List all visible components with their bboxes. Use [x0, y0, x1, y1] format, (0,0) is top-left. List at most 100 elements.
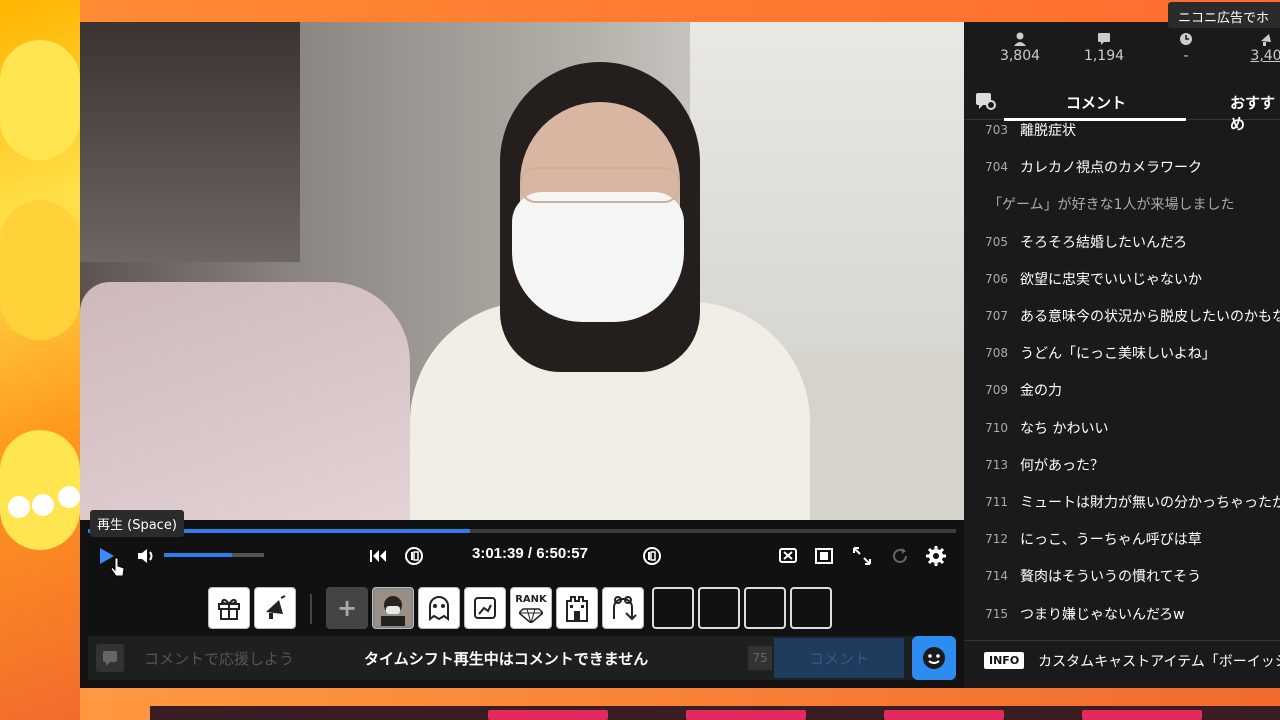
comment-list[interactable]: 703 離脱症状 704 カレカノ視点のカメラワーク「ゲーム」が好きな1人が来場しまし… — [964, 120, 1280, 628]
playback-time: 3:01:39 / 6:50:57 — [472, 545, 588, 562]
comment-row[interactable]: 715 つまり嫌じゃないんだろw — [964, 596, 1280, 628]
comment-row[interactable]: 704 カレカノ視点のカメラワーク — [964, 149, 1280, 185]
comment-text: カレカノ視点のカメラワーク — [1020, 160, 1202, 177]
comment-number: 706 — [985, 271, 1008, 286]
decor-tag — [884, 710, 1004, 720]
settings-button[interactable] — [924, 544, 948, 568]
decor-tag — [1082, 710, 1202, 720]
comment-row[interactable]: 709 金の力 — [964, 372, 1280, 408]
comment-number: 705 — [985, 234, 1008, 249]
item-bar: + RANK — [80, 582, 964, 632]
rank-item-button[interactable]: RANK — [510, 587, 552, 629]
comment-row[interactable]: 705 そろそろ結婚したいんだろ — [964, 224, 1280, 260]
comment-number: 712 — [985, 532, 1008, 547]
system-message[interactable]: 「ゲーム」が好きな1人が来場しました — [964, 186, 1280, 222]
decor-tag — [686, 710, 806, 720]
user-icon — [1014, 32, 1026, 46]
tab-comments[interactable]: コメント — [1066, 92, 1126, 113]
clock-icon — [1180, 33, 1192, 45]
comment-text: うどん「にっこ美味しいよね」 — [1020, 346, 1216, 363]
comment-number: 710 — [985, 420, 1008, 435]
comment-number: 709 — [985, 383, 1008, 398]
decor-dot — [32, 494, 54, 516]
comment-count-value: 1,194 — [1083, 48, 1125, 64]
timer-stat-value: - — [1183, 48, 1189, 64]
theater-mode-button[interactable] — [812, 545, 836, 567]
reload-button[interactable] — [888, 545, 912, 567]
comment-submit-button[interactable]: コメント — [774, 638, 904, 678]
rewind-10-icon — [405, 547, 423, 565]
seek-bar[interactable] — [88, 529, 956, 533]
rewind-10-button[interactable] — [402, 544, 426, 568]
comment-text: 「ゲーム」が好きな1人が来場しました — [988, 197, 1235, 214]
video-scene-bed — [80, 282, 410, 520]
comment-settings-icon — [976, 93, 996, 110]
comment-number: 715 — [985, 606, 1008, 621]
timer-stat: - — [1146, 32, 1226, 64]
castle-item-button[interactable] — [556, 587, 598, 629]
bear-item-button[interactable] — [602, 587, 644, 629]
comment-row[interactable]: 708 うどん「にっこ美味しいよね」 — [964, 335, 1280, 371]
video-frame[interactable] — [80, 22, 964, 520]
info-badge: INFO — [984, 652, 1025, 669]
avatar-icon — [375, 590, 411, 626]
empty-item-slot[interactable] — [744, 587, 786, 629]
comment-text: 金の力 — [1020, 383, 1062, 400]
comment-row[interactable]: 707 ある意味今の状況から脱皮したいのかもな — [964, 298, 1280, 334]
comment-command-button[interactable] — [96, 644, 124, 672]
video-scene-closet — [80, 22, 300, 262]
gift-button[interactable] — [208, 587, 250, 629]
comment-number: 714 — [985, 569, 1008, 584]
comment-text: つまり嫌じゃないんだろw — [1020, 606, 1185, 623]
fullscreen-button[interactable] — [850, 545, 874, 567]
frame-item-button[interactable] — [464, 587, 506, 629]
video-player: 再生 (Space) 3:01:39 / 6:50:57 + RANK コメント… — [80, 22, 964, 688]
ad-points[interactable]: 3,40 — [1226, 32, 1280, 64]
add-item-button[interactable]: + — [326, 587, 368, 629]
nicoad-button[interactable] — [254, 587, 296, 629]
info-bar[interactable]: INFO カスタムキャストアイテム「ボーイッシュ — [964, 640, 1280, 680]
empty-item-slot[interactable] — [652, 587, 694, 629]
avatar-item-button[interactable] — [372, 587, 414, 629]
item-bar-divider — [310, 594, 312, 624]
empty-item-slot[interactable] — [790, 587, 832, 629]
ghost-item-button[interactable] — [418, 587, 460, 629]
speaker-icon — [138, 549, 153, 563]
comment-text: なち かわいい — [1020, 420, 1109, 437]
background-decoration-top — [80, 0, 1280, 22]
comment-row[interactable]: 714 贅肉はそういうの慣れてそう — [964, 558, 1280, 594]
volume-button[interactable] — [134, 545, 158, 567]
comment-toggle-button[interactable] — [776, 545, 800, 567]
comment-count: 1,194 — [1064, 32, 1144, 64]
empty-item-slot[interactable] — [698, 587, 740, 629]
comment-row[interactable]: 713 何があった？ — [964, 447, 1280, 483]
comment-row[interactable]: 710 なち かわいい — [964, 410, 1280, 446]
expand-icon — [853, 547, 871, 565]
play-tooltip: 再生 (Space) — [90, 510, 184, 537]
plus-icon: + — [336, 594, 358, 622]
skip-to-start-button[interactable] — [366, 545, 390, 567]
bear-icon — [613, 596, 637, 621]
comment-input-placeholder: コメントで応援しよう — [144, 649, 295, 668]
comment-row[interactable]: 706 欲望に忠実でいいじゃないか — [964, 261, 1280, 297]
comment-settings-button[interactable] — [974, 90, 998, 114]
megaphone-icon — [266, 595, 286, 619]
skip-back-icon — [370, 550, 386, 562]
comment-input[interactable]: コメントで応援しよう タイムシフト再生中はコメントできません — [128, 636, 748, 680]
gift-icon — [218, 598, 240, 620]
emotion-button[interactable] — [912, 636, 956, 680]
decor-tag — [488, 710, 608, 720]
time-total: 6:50:57 — [536, 545, 588, 562]
comment-input-bar: コメントで応援しよう タイムシフト再生中はコメントできません 75 コメント — [88, 636, 956, 680]
timeshift-notice: タイムシフト再生中はコメントできません — [364, 649, 649, 668]
gear-icon — [926, 546, 946, 566]
comment-text: 何があった？ — [1020, 457, 1104, 474]
comment-row[interactable]: 703 離脱症状 — [964, 120, 1280, 148]
forward-10-button[interactable] — [640, 544, 664, 568]
comment-row[interactable]: 711 ミュートは財力が無いの分かっちゃったか — [964, 484, 1280, 520]
volume-slider[interactable] — [164, 553, 264, 557]
comment-row[interactable]: 712 にっこ、うーちゃん呼びは草 — [964, 521, 1280, 557]
mouse-cursor-icon — [110, 557, 125, 577]
volume-slider-level — [164, 553, 232, 557]
reload-icon — [893, 548, 907, 563]
